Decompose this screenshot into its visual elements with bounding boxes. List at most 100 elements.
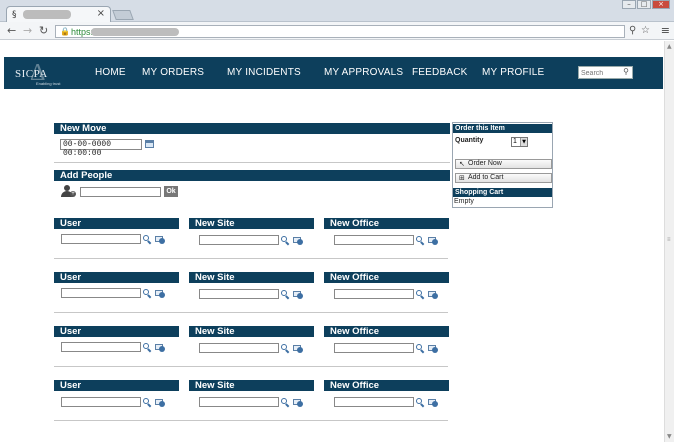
search-icon[interactable]: [281, 398, 290, 408]
site-field[interactable]: [199, 289, 279, 299]
office-field[interactable]: [334, 235, 414, 245]
new-site-header: New Site: [189, 272, 314, 283]
add-icon[interactable]: [293, 290, 303, 299]
reload-icon[interactable]: ↻: [39, 24, 48, 37]
new-site-header: New Site: [189, 380, 314, 391]
add-icon[interactable]: [428, 290, 438, 299]
url-redacted: [91, 28, 179, 36]
add-people-header: Add People: [54, 170, 450, 181]
search-icon[interactable]: [416, 290, 425, 300]
chevron-down-icon: ▼: [520, 138, 527, 146]
add-icon[interactable]: [155, 289, 165, 298]
search-icon[interactable]: [416, 398, 425, 408]
shopping-cart-title: Shopping Cart: [453, 188, 552, 197]
add-icon[interactable]: [428, 236, 438, 245]
user-header: User: [54, 380, 179, 391]
search-box: ⚲: [578, 66, 633, 79]
new-office-header: New Office: [324, 326, 449, 337]
minimize-button[interactable]: –: [622, 0, 636, 9]
scroll-grip[interactable]: ≡: [667, 237, 671, 243]
move-date-field[interactable]: 00-00-0000 00:00:00: [60, 139, 142, 158]
site-field[interactable]: [199, 343, 279, 353]
order-panel: Order this Item Quantity 1 ▼ ↖ Order Now…: [452, 122, 553, 208]
logo[interactable]: Δ SICPA Enabling trust: [10, 59, 70, 87]
add-icon[interactable]: [293, 236, 303, 245]
cart-status: Empty: [454, 198, 474, 205]
scroll-up-icon[interactable]: ▲: [667, 43, 672, 50]
nav-my-profile[interactable]: MY PROFILE: [482, 67, 544, 78]
search-icon[interactable]: [281, 236, 290, 246]
page-scrollbar[interactable]: ▲ ≡ ▼: [664, 41, 674, 442]
nav-my-approvals[interactable]: MY APPROVALS: [324, 67, 403, 78]
scroll-down-icon[interactable]: ▼: [667, 433, 672, 440]
search-icon[interactable]: [281, 344, 290, 354]
nav-my-incidents[interactable]: MY INCIDENTS: [227, 67, 301, 78]
office-field[interactable]: [334, 397, 414, 407]
close-window-button[interactable]: ×: [652, 0, 670, 9]
logo-text: SICPA: [15, 68, 48, 80]
office-field[interactable]: [334, 343, 414, 353]
user-header: User: [54, 218, 179, 229]
browser-toolbar: ← → ↻ 🔒 https:// ⚲ ☆ ≡: [0, 22, 674, 40]
nav-my-orders[interactable]: MY ORDERS: [142, 67, 204, 78]
nav-feedback[interactable]: FEEDBACK: [412, 67, 468, 78]
add-person-icon: +: [61, 185, 76, 198]
search-icon[interactable]: [416, 236, 425, 246]
nav-home[interactable]: HOME: [95, 67, 126, 78]
lock-icon: 🔒: [60, 27, 70, 36]
search-icon[interactable]: [143, 289, 152, 299]
divider: [54, 312, 448, 313]
address-bar[interactable]: 🔒 https://: [55, 25, 625, 38]
quantity-value: 1: [513, 138, 517, 145]
user-field[interactable]: [61, 397, 141, 407]
ok-button[interactable]: Ok: [164, 186, 178, 197]
site-field[interactable]: [199, 397, 279, 407]
add-people-input[interactable]: [80, 187, 161, 197]
new-tab-button[interactable]: [112, 10, 134, 20]
quantity-select[interactable]: 1 ▼: [511, 137, 528, 147]
order-now-button[interactable]: ↖ Order Now: [455, 159, 552, 169]
new-office-header: New Office: [324, 380, 449, 391]
add-icon[interactable]: [155, 398, 165, 407]
new-move-header: New Move: [54, 123, 450, 134]
divider: [54, 162, 450, 163]
site-field[interactable]: [199, 235, 279, 245]
add-icon[interactable]: [155, 235, 165, 244]
user-field[interactable]: [61, 288, 141, 298]
search-icon[interactable]: [143, 398, 152, 408]
search-input[interactable]: [581, 68, 621, 78]
add-to-cart-button[interactable]: ⊞ Add to Cart: [455, 173, 552, 183]
quantity-label: Quantity: [455, 137, 484, 144]
divider: [54, 366, 448, 367]
zoom-icon[interactable]: ⚲: [629, 25, 636, 36]
new-site-header: New Site: [189, 218, 314, 229]
add-icon[interactable]: [293, 398, 303, 407]
tab-title-redacted: [23, 10, 71, 19]
close-tab-icon[interactable]: ×: [97, 8, 105, 19]
user-field[interactable]: [61, 342, 141, 352]
new-site-header: New Site: [189, 326, 314, 337]
browser-menu-icon[interactable]: ≡: [661, 24, 670, 37]
forward-icon[interactable]: →: [23, 24, 32, 37]
add-icon[interactable]: [428, 398, 438, 407]
bookmark-star-icon[interactable]: ☆: [641, 25, 650, 36]
user-header: User: [54, 326, 179, 337]
search-icon[interactable]: [143, 343, 152, 353]
search-icon[interactable]: [143, 235, 152, 245]
calendar-icon[interactable]: [145, 140, 154, 148]
browser-tab[interactable]: § ×: [6, 6, 111, 22]
order-panel-title: Order this Item: [453, 124, 552, 133]
office-field[interactable]: [334, 289, 414, 299]
add-icon[interactable]: [293, 344, 303, 353]
divider: [54, 258, 448, 259]
user-field[interactable]: [61, 234, 141, 244]
maximize-button[interactable]: □: [637, 0, 651, 9]
site-header: Δ SICPA Enabling trust HOME MY ORDERS MY…: [4, 57, 663, 89]
add-icon[interactable]: [428, 344, 438, 353]
search-icon[interactable]: ⚲: [623, 67, 629, 76]
cursor-icon: ↖: [459, 160, 465, 168]
search-icon[interactable]: [281, 290, 290, 300]
add-icon[interactable]: [155, 343, 165, 352]
search-icon[interactable]: [416, 344, 425, 354]
back-icon[interactable]: ←: [7, 24, 16, 37]
